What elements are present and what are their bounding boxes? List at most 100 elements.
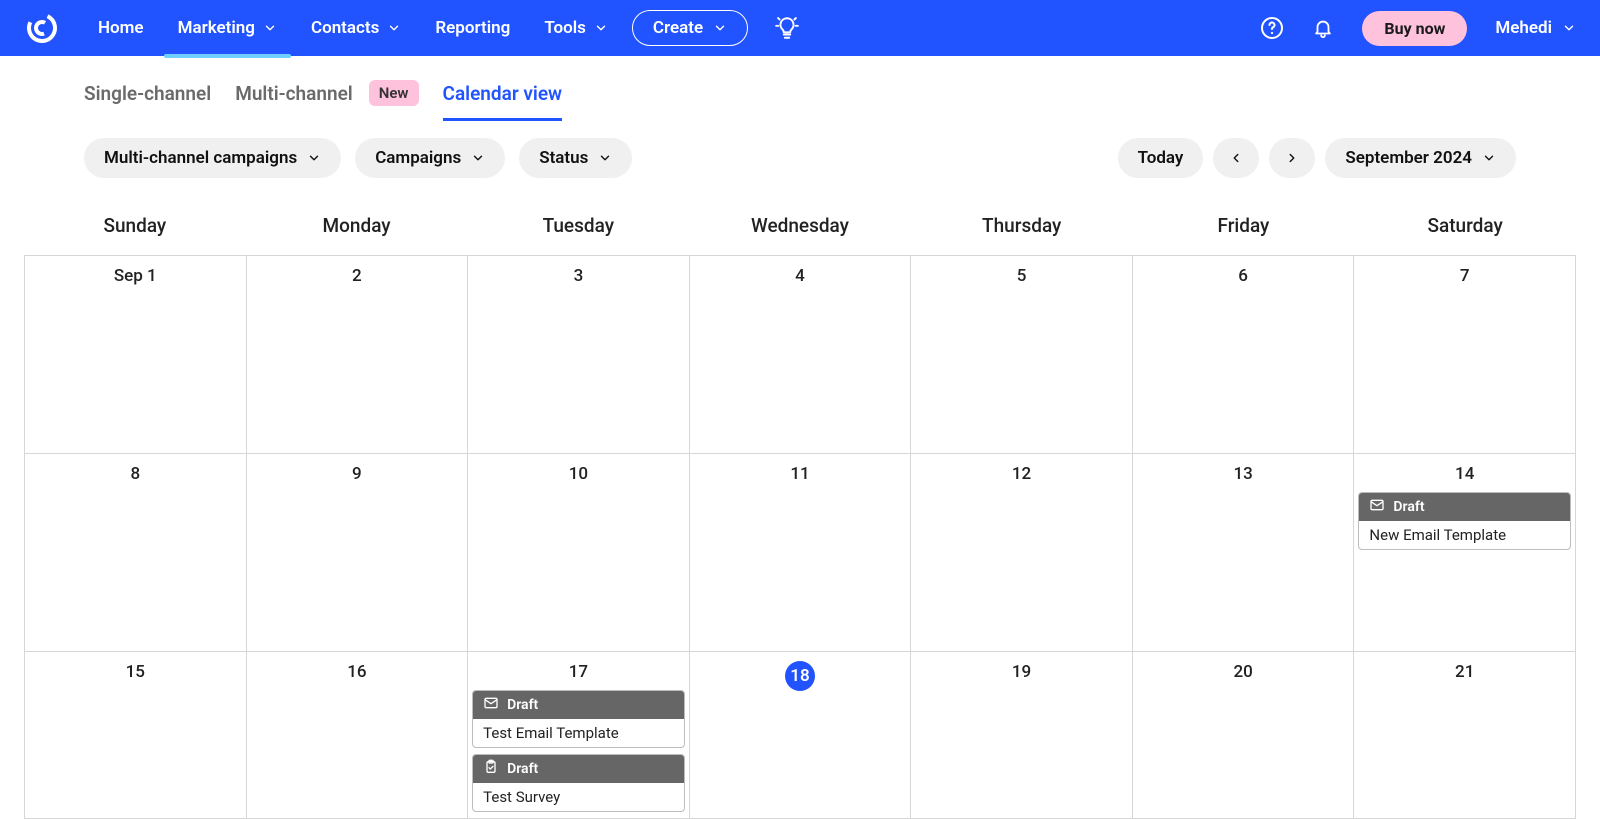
- event-status-label: Draft: [1393, 499, 1424, 515]
- calendar-event[interactable]: Draft New Email Template: [1358, 492, 1571, 550]
- nav-item-marketing[interactable]: Marketing: [164, 10, 291, 46]
- date-label: 14: [1354, 460, 1575, 490]
- calendar-cell[interactable]: 5: [911, 256, 1133, 454]
- calendar-cell[interactable]: 14 Draft New Email Template: [1354, 454, 1576, 652]
- weekday-label: Friday: [1133, 200, 1355, 255]
- date-label: 12: [911, 460, 1132, 490]
- date-label: 7: [1354, 262, 1575, 292]
- buy-now-button[interactable]: Buy now: [1362, 11, 1467, 46]
- weekday-label: Wednesday: [689, 200, 911, 255]
- calendar-cell[interactable]: 8: [25, 454, 247, 652]
- event-title: Test Survey: [473, 783, 684, 811]
- date-label: 21: [1354, 658, 1575, 688]
- today-button[interactable]: Today: [1118, 138, 1204, 178]
- calendar-grid: Sep 1234567 891011121314 Draft New Email Te…: [24, 255, 1576, 819]
- date-label: Sep 1: [25, 262, 246, 292]
- calendar-cell[interactable]: 13: [1133, 454, 1355, 652]
- calendar-cell[interactable]: 2: [247, 256, 469, 454]
- date-label: 6: [1133, 262, 1354, 292]
- nav-item-label: Marketing: [178, 18, 255, 38]
- chevron-down-icon: [307, 151, 321, 165]
- chevron-down-icon: [471, 151, 485, 165]
- calendar-cell[interactable]: 4: [690, 256, 912, 454]
- month-label: September 2024: [1345, 148, 1472, 168]
- filter-label: Campaigns: [375, 148, 461, 168]
- create-label: Create: [653, 18, 703, 38]
- next-month-button[interactable]: [1269, 138, 1315, 178]
- calendar-cell[interactable]: 16: [247, 652, 469, 819]
- date-label: 8: [25, 460, 246, 490]
- prev-month-button[interactable]: [1213, 138, 1259, 178]
- mail-icon: [1369, 497, 1385, 517]
- nav-items: Home Marketing Contacts Reporting Tools: [84, 10, 622, 46]
- event-status-label: Draft: [507, 697, 538, 713]
- calendar-cell[interactable]: 12: [911, 454, 1133, 652]
- calendar-weekday-header: SundayMondayTuesdayWednesdayThursdayFrid…: [24, 200, 1576, 255]
- filter-status[interactable]: Status: [519, 138, 632, 178]
- calendar: SundayMondayTuesdayWednesdayThursdayFrid…: [0, 190, 1600, 819]
- calendar-cell[interactable]: 18: [690, 652, 912, 819]
- nav-item-reporting[interactable]: Reporting: [421, 10, 524, 46]
- tab-label: Calendar view: [443, 82, 563, 105]
- date-label: 5: [911, 262, 1132, 292]
- calendar-cell[interactable]: 21: [1354, 652, 1576, 819]
- chevron-down-icon: [1482, 151, 1496, 165]
- calendar-cell[interactable]: Sep 1: [25, 256, 247, 454]
- month-picker[interactable]: September 2024: [1325, 138, 1516, 178]
- nav-right: Buy now Mehedi: [1260, 11, 1576, 46]
- calendar-cell[interactable]: 19: [911, 652, 1133, 819]
- date-label: 19: [911, 658, 1132, 688]
- buy-now-label: Buy now: [1384, 19, 1445, 38]
- calendar-event[interactable]: Draft Test Survey: [472, 754, 685, 812]
- logo[interactable]: [24, 10, 60, 46]
- calendar-cell[interactable]: 20: [1133, 652, 1355, 819]
- nav-item-contacts[interactable]: Contacts: [297, 10, 415, 46]
- tab-single-channel[interactable]: Single-channel: [84, 76, 211, 121]
- nav-item-tools[interactable]: Tools: [530, 10, 622, 46]
- nav-item-label: Tools: [544, 18, 586, 38]
- date-label: 3: [468, 262, 689, 292]
- calendar-cell[interactable]: 17DraftTest Email TemplateDraftTest Surv…: [468, 652, 690, 819]
- filter-label: Status: [539, 148, 588, 168]
- today-label: Today: [1138, 148, 1184, 168]
- weekday-label: Sunday: [24, 200, 246, 255]
- help-button[interactable]: [1260, 16, 1284, 40]
- nav-item-home[interactable]: Home: [84, 10, 158, 46]
- event-status-header: Draft: [473, 691, 684, 719]
- date-label-today: 18: [785, 661, 815, 691]
- calendar-event[interactable]: DraftTest Email Template: [472, 690, 685, 748]
- tab-multi-channel[interactable]: Multi-channel New: [235, 74, 418, 122]
- calendar-cell[interactable]: 10: [468, 454, 690, 652]
- calendar-cell[interactable]: 7: [1354, 256, 1576, 454]
- tips-button[interactable]: [770, 11, 804, 45]
- date-label: 9: [247, 460, 468, 490]
- tab-label: Single-channel: [84, 82, 211, 105]
- filter-campaigns[interactable]: Campaigns: [355, 138, 505, 178]
- filter-label: Multi-channel campaigns: [104, 148, 297, 168]
- calendar-cell[interactable]: 9: [247, 454, 469, 652]
- create-button[interactable]: Create: [632, 10, 748, 46]
- notifications-button[interactable]: [1312, 17, 1334, 39]
- calendar-controls: Today September 2024: [1118, 138, 1516, 178]
- date-label: 10: [468, 460, 689, 490]
- date-label: 20: [1133, 658, 1354, 688]
- date-label: 15: [25, 658, 246, 688]
- calendar-cell[interactable]: 15: [25, 652, 247, 819]
- date-label: 4: [690, 262, 911, 292]
- nav-item-label: Contacts: [311, 18, 379, 38]
- filter-multi-channel[interactable]: Multi-channel campaigns: [84, 138, 341, 178]
- event-status-label: Draft: [507, 761, 538, 777]
- weekday-label: Thursday: [911, 200, 1133, 255]
- tab-label: Multi-channel: [235, 82, 353, 105]
- filter-row: Multi-channel campaigns Campaigns Status…: [0, 122, 1600, 190]
- calendar-cell[interactable]: 11: [690, 454, 912, 652]
- calendar-cell[interactable]: 3: [468, 256, 690, 454]
- chevron-down-icon: [713, 21, 727, 35]
- tab-calendar-view[interactable]: Calendar view: [443, 76, 563, 121]
- weekday-label: Monday: [246, 200, 468, 255]
- calendar-cell[interactable]: 6: [1133, 256, 1355, 454]
- event-status-header: Draft: [473, 755, 684, 783]
- user-menu[interactable]: Mehedi: [1495, 18, 1576, 38]
- new-badge: New: [369, 80, 419, 106]
- event-title: New Email Template: [1359, 521, 1570, 549]
